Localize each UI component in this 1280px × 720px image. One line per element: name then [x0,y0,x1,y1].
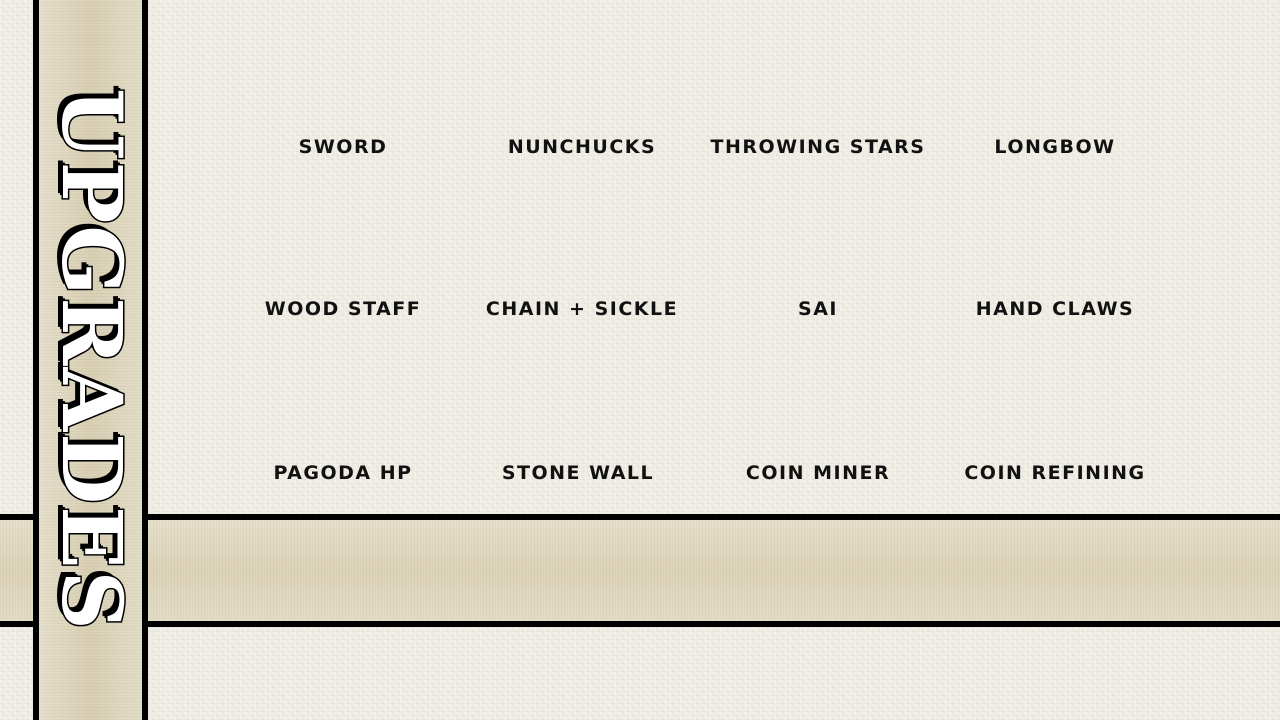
upgrade-throwing-stars-button[interactable]: THROWING STARS [711,136,926,158]
upgrade-longbow-button[interactable]: LONGBOW [994,136,1115,158]
upgrade-pagoda-hp-button[interactable]: PAGODA HP [273,462,412,484]
upgrade-nunchucks-button[interactable]: NUNCHUCKS [508,136,656,158]
upgrade-wood-staff-button[interactable]: WOOD STAFF [265,298,421,320]
title-container: UPGRADES [33,87,148,634]
upgrade-coin-refining-button[interactable]: COIN REFINING [964,462,1145,484]
upgrade-coin-miner-button[interactable]: COIN MINER [746,462,890,484]
upgrade-hand-claws-button[interactable]: HAND CLAWS [976,298,1134,320]
upgrade-sai-button[interactable]: SAI [798,298,838,320]
upgrades-title: UPGRADES [41,87,140,634]
upgrade-sword-button[interactable]: SWORD [299,136,388,158]
upgrade-grid: SWORD NUNCHUCKS THROWING STARS LONGBOW W… [0,0,1280,720]
upgrade-stone-wall-button[interactable]: STONE WALL [502,462,654,484]
upgrade-chain-sickle-button[interactable]: CHAIN + SICKLE [486,298,678,320]
